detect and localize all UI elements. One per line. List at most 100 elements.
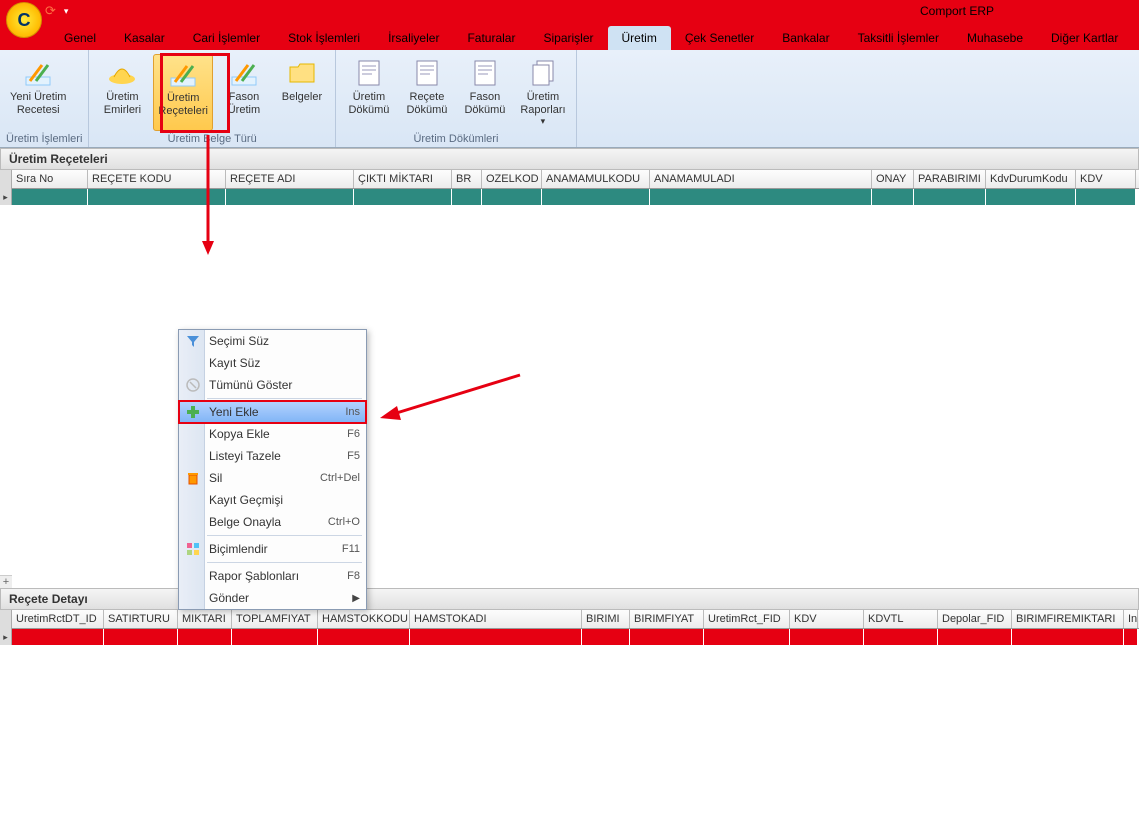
tab-cari-i̇şlemler[interactable]: Cari İşlemler <box>179 26 274 50</box>
grid2-data-row[interactable] <box>12 629 1139 645</box>
cell[interactable] <box>630 629 704 645</box>
tab-faturalar[interactable]: Faturalar <box>453 26 529 50</box>
column-header[interactable]: ANAMAMULKODU <box>542 170 650 188</box>
menu-listeyi-tazele[interactable]: Listeyi TazeleF5 <box>179 445 366 467</box>
column-header[interactable]: REÇETE KODU <box>88 170 226 188</box>
menu-kay-t-ge-mi-i[interactable]: Kayıt Geçmişi <box>179 489 366 511</box>
menu-bi-imlendir[interactable]: BiçimlendirF11 <box>179 538 366 560</box>
ribbon-reçete-dökümü[interactable]: ReçeteDökümü <box>400 54 454 131</box>
menu-label: Listeyi Tazele <box>209 449 281 463</box>
ribbon-üretim-dökümü[interactable]: ÜretimDökümü <box>342 54 396 131</box>
column-header[interactable]: TOPLAMFIYAT <box>232 610 318 628</box>
column-header[interactable]: KDV <box>1076 170 1136 188</box>
column-header[interactable]: UretimRctDT_ID <box>12 610 104 628</box>
column-header[interactable]: UretimRct_FID <box>704 610 790 628</box>
ribbon-fason-dökümü[interactable]: FasonDökümü <box>458 54 512 131</box>
ribbon-icon <box>469 57 501 89</box>
ribbon-üretim-reçeteleri[interactable]: ÜretimReçeteleri <box>153 54 213 131</box>
cell[interactable] <box>104 629 178 645</box>
titlebar: ⓘ ⟳ ▾ Comport ERP <box>0 0 1139 22</box>
cell[interactable] <box>582 629 630 645</box>
column-header[interactable]: REÇETE ADI <box>226 170 354 188</box>
column-header[interactable]: ONAY <box>872 170 914 188</box>
tab-stok-i̇şlemleri[interactable]: Stok İşlemleri <box>274 26 374 50</box>
column-header[interactable]: HAMSTOKKODU <box>318 610 410 628</box>
menu-rapor-ablonlar-[interactable]: Rapor ŞablonlarıF8 <box>179 565 366 587</box>
cell[interactable] <box>542 189 650 205</box>
cell[interactable] <box>88 189 226 205</box>
cell[interactable] <box>872 189 914 205</box>
cell[interactable] <box>232 629 318 645</box>
tab-i̇rsaliyeler[interactable]: İrsaliyeler <box>374 26 453 50</box>
tab-genel[interactable]: Genel <box>50 26 110 50</box>
cell[interactable] <box>650 189 872 205</box>
cell[interactable] <box>704 629 790 645</box>
menu-label: Yeni Ekle <box>209 405 259 419</box>
tab-siparişler[interactable]: Siparişler <box>529 26 607 50</box>
cell[interactable] <box>864 629 938 645</box>
ribbon-label: Dökümü <box>464 104 505 117</box>
grid1-add-row[interactable]: + <box>0 575 12 588</box>
app-logo[interactable]: C <box>6 2 42 38</box>
menu-g-nder[interactable]: Gönder▶ <box>179 587 366 609</box>
ribbon-üretim-emirleri[interactable]: ÜretimEmirleri <box>95 54 149 131</box>
cell[interactable] <box>914 189 986 205</box>
tab-bankalar[interactable]: Bankalar <box>768 26 843 50</box>
cell[interactable] <box>790 629 864 645</box>
cell[interactable] <box>12 629 104 645</box>
ribbon-group-label: Üretim Belge Türü <box>95 131 329 145</box>
column-header[interactable]: In <box>1124 610 1138 628</box>
cell[interactable] <box>354 189 452 205</box>
column-header[interactable]: BIRIMI <box>582 610 630 628</box>
menu-sil[interactable]: SilCtrl+Del <box>179 467 366 489</box>
column-header[interactable]: KDV <box>790 610 864 628</box>
tab-çek-senetler[interactable]: Çek Senetler <box>671 26 768 50</box>
cell[interactable] <box>1124 629 1138 645</box>
column-header[interactable]: BIRIMFIREMIKTARI <box>1012 610 1124 628</box>
cell[interactable] <box>1076 189 1136 205</box>
column-header[interactable]: OZELKOD <box>482 170 542 188</box>
menu-belge-onayla[interactable]: Belge OnaylaCtrl+O <box>179 511 366 533</box>
column-header[interactable]: ÇIKTI MİKTARI <box>354 170 452 188</box>
column-header[interactable]: ANAMAMULADI <box>650 170 872 188</box>
column-header[interactable]: Sıra No <box>12 170 88 188</box>
cell[interactable] <box>452 189 482 205</box>
column-header[interactable]: BR <box>452 170 482 188</box>
tab-taksitli-i̇şlemler[interactable]: Taksitli İşlemler <box>844 26 953 50</box>
menu-shortcut: Ctrl+Del <box>320 472 360 484</box>
tab-diğer-kartlar[interactable]: Diğer Kartlar <box>1037 26 1132 50</box>
column-header[interactable]: KdvDurumKodu <box>986 170 1076 188</box>
tab-üretim[interactable]: Üretim <box>608 26 671 50</box>
dropdown-icon[interactable]: ▾ <box>64 6 69 17</box>
menu-t-m-n-g-ster[interactable]: Tümünü Göster <box>179 374 366 396</box>
menu-yeni-ekle[interactable]: Yeni EkleIns <box>179 401 366 423</box>
column-header[interactable]: KDVTL <box>864 610 938 628</box>
menu-kay-t-s-z[interactable]: Kayıt Süz <box>179 352 366 374</box>
ribbon-yeni-üretim-recetesi[interactable]: Yeni ÜretimRecetesi <box>6 54 70 131</box>
grid1-data-row[interactable] <box>12 189 1139 205</box>
cell[interactable] <box>938 629 1012 645</box>
column-header[interactable]: SATIRTURU <box>104 610 178 628</box>
tab-kasalar[interactable]: Kasalar <box>110 26 179 50</box>
cell[interactable] <box>410 629 582 645</box>
cell[interactable] <box>226 189 354 205</box>
cell[interactable] <box>482 189 542 205</box>
cell[interactable] <box>318 629 410 645</box>
cell[interactable] <box>12 189 88 205</box>
cell[interactable] <box>986 189 1076 205</box>
column-header[interactable]: PARABIRIMI <box>914 170 986 188</box>
ribbon-fason-üretim[interactable]: FasonÜretim <box>217 54 271 131</box>
cell[interactable] <box>178 629 232 645</box>
ribbon-üretim-raporları[interactable]: ÜretimRaporları ▾ <box>516 54 570 131</box>
grid1-body <box>0 205 1139 575</box>
column-header[interactable]: MIKTARI <box>178 610 232 628</box>
ribbon-belgeler-[interactable]: Belgeler <box>275 54 329 131</box>
menu-kopya-ekle[interactable]: Kopya EkleF6 <box>179 423 366 445</box>
column-header[interactable]: BIRIMFIYAT <box>630 610 704 628</box>
column-header[interactable]: HAMSTOKADI <box>410 610 582 628</box>
tab-muhasebe[interactable]: Muhasebe <box>953 26 1037 50</box>
column-header[interactable]: Depolar_FID <box>938 610 1012 628</box>
cell[interactable] <box>1012 629 1124 645</box>
refresh-icon[interactable]: ⟳ <box>45 3 56 19</box>
menu-se-imi-s-z[interactable]: Seçimi Süz <box>179 330 366 352</box>
